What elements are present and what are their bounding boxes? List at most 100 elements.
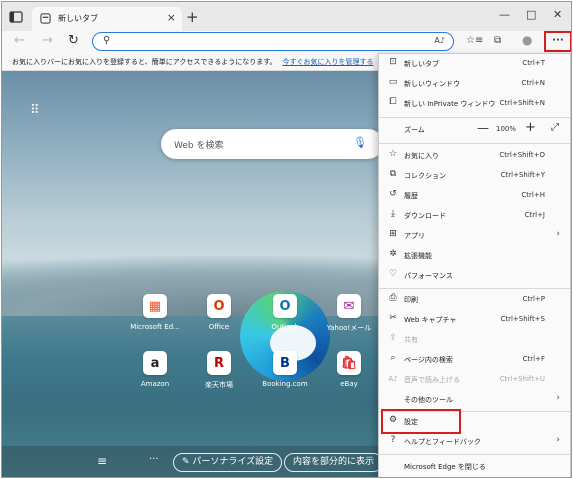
- more-options-icon[interactable]: ···: [149, 454, 159, 465]
- menu-shortcut: Ctrl+Shift+U: [499, 375, 545, 383]
- menu-item-downloads[interactable]: ⤓ ダウンロード Ctrl+J: [379, 206, 570, 226]
- menu-item-help[interactable]: ? ヘルプとフィードバック ›: [379, 432, 570, 452]
- tab-new-tab[interactable]: 新しいタブ ×: [32, 7, 182, 31]
- site-logo-icon: B: [273, 351, 297, 375]
- fullscreen-icon[interactable]: ⤢: [551, 122, 559, 133]
- show-content-button[interactable]: 内容を部分的に表示: [284, 453, 384, 472]
- history-icon: ↺: [389, 189, 397, 199]
- menu-item-web-capture[interactable]: ✂ Web キャプチャ Ctrl+Shift+S: [379, 310, 570, 330]
- site-logo-icon: R: [207, 351, 231, 375]
- web-search-box[interactable]: Web を検索 🎙: [161, 129, 383, 159]
- microphone-icon[interactable]: 🎙: [353, 136, 367, 149]
- quick-link-tile[interactable]: ▦ Microsoft Ed...: [124, 294, 186, 331]
- quick-link-tile[interactable]: B Booking.com: [254, 351, 316, 388]
- search-placeholder: Web を検索: [174, 141, 224, 151]
- quick-link-label: Yahoo!メール: [326, 324, 372, 332]
- quick-link-tile[interactable]: R 楽天市場: [188, 351, 250, 390]
- menu-item-print[interactable]: ⎙ 印刷 Ctrl+P: [379, 290, 570, 310]
- menu-item-new-inprivate[interactable]: ⧠ 新しい InPrivate ウィンドウ Ctrl+Shift+N: [379, 94, 570, 114]
- menu-divider: [379, 117, 570, 118]
- favorites-icon[interactable]: ☆≡: [466, 35, 483, 46]
- zoom-out-button[interactable]: —: [477, 121, 489, 135]
- zoom-level: 100%: [496, 125, 517, 133]
- menu-item-zoom: ズーム — 100% + ⤢: [379, 120, 570, 140]
- menu-label: お気に入り: [404, 152, 439, 160]
- search-icon: ⚲: [103, 35, 111, 46]
- printer-icon: ⎙: [389, 293, 397, 303]
- menu-shortcut: Ctrl+H: [521, 191, 545, 199]
- address-bar[interactable]: ⚲ A♪: [92, 32, 454, 51]
- menu-item-new-tab[interactable]: ⊡ 新しいタブ Ctrl+T: [379, 54, 570, 74]
- collections-icon: ⧉: [389, 169, 397, 179]
- app-launcher-icon[interactable]: ⠿: [30, 103, 41, 118]
- quick-link-tile[interactable]: O Outlook: [254, 294, 316, 331]
- menu-label: 新しいタブ: [404, 60, 439, 68]
- site-logo-icon: ▦: [143, 294, 167, 318]
- menu-item-favorites[interactable]: ☆ お気に入り Ctrl+Shift+O: [379, 146, 570, 166]
- quick-link-tile[interactable]: ✉ Yahoo!メール: [318, 294, 380, 333]
- maximize-button[interactable]: □: [526, 8, 536, 21]
- quick-link-tile[interactable]: O Office: [188, 294, 250, 331]
- personalize-button[interactable]: ✎ パーソナライズ設定: [173, 453, 283, 472]
- collections-icon[interactable]: ⧉: [494, 35, 501, 46]
- tab-actions-icon[interactable]: [8, 9, 24, 25]
- manage-favorites-link[interactable]: 今すぐお気に入りを管理する: [283, 58, 374, 66]
- menu-item-share[interactable]: ⇪ 共有: [379, 330, 570, 350]
- favorites-bar-message: お気に入りバーにお気に入りを登録すると、簡単にアクセスできるようになります。 今す…: [12, 57, 374, 67]
- site-logo-icon: O: [207, 294, 231, 318]
- menu-shortcut: Ctrl+Shift+Y: [500, 171, 545, 179]
- menu-divider: [379, 454, 570, 455]
- menu-label: 音声で読み上げる: [404, 376, 460, 384]
- menu-shortcut: Ctrl+T: [522, 59, 545, 67]
- reload-button[interactable]: ↻: [68, 33, 79, 48]
- quick-link-tile[interactable]: 🛍 eBay: [318, 351, 380, 388]
- favorites-bar-text: お気に入りバーにお気に入りを登録すると、簡単にアクセスできるようになります。: [12, 58, 277, 66]
- quick-link-tile[interactable]: a Amazon: [124, 351, 186, 388]
- menu-item-collections[interactable]: ⧉ コレクション Ctrl+Shift+Y: [379, 166, 570, 186]
- quick-link-label: Office: [208, 323, 230, 331]
- site-logo-icon: ✉: [337, 294, 361, 318]
- tab-title: 新しいタブ: [58, 14, 98, 23]
- menu-item-close-edge[interactable]: Microsoft Edge を閉じる: [379, 457, 570, 477]
- menu-label: ヘルプとフィードバック: [404, 438, 481, 446]
- forward-button[interactable]: →: [42, 33, 53, 48]
- heartbeat-icon: ♡: [388, 269, 398, 279]
- menu-item-apps[interactable]: ⊞ アプリ ›: [379, 226, 570, 246]
- site-logo-icon: 🛍: [337, 351, 361, 375]
- menu-label: ダウンロード: [404, 212, 446, 220]
- chevron-right-icon: ›: [556, 393, 560, 403]
- menu-item-read-aloud[interactable]: A♪ 音声で読み上げる Ctrl+Shift+U: [379, 370, 570, 390]
- menu-item-performance[interactable]: ♡ パフォーマンス: [379, 266, 570, 286]
- menu-item-history[interactable]: ↺ 履歴 Ctrl+H: [379, 186, 570, 206]
- address-toolbar: ← → ↻ ⚲ A♪ ☆≡ ⧉ ● ···: [2, 31, 571, 53]
- quick-link-label: Booking.com: [262, 380, 308, 388]
- back-button[interactable]: ←: [14, 33, 25, 48]
- download-icon: ⤓: [391, 209, 395, 219]
- menu-item-find[interactable]: ⌕ ページ内の検索 Ctrl+F: [379, 350, 570, 370]
- settings-and-more-button[interactable]: ···: [544, 31, 571, 52]
- close-window-button[interactable]: ✕: [553, 8, 562, 21]
- web-capture-icon: ✂: [389, 313, 397, 323]
- menu-label: 新しいウィンドウ: [404, 80, 460, 88]
- menu-label: コレクション: [404, 172, 446, 180]
- menu-label: 拡張機能: [404, 252, 432, 260]
- menu-label: 新しい InPrivate ウィンドウ: [404, 100, 496, 108]
- new-tab-button[interactable]: +: [186, 8, 199, 26]
- menu-item-more-tools[interactable]: その他のツール ›: [379, 390, 570, 410]
- feed-menu-icon[interactable]: ≡: [97, 454, 107, 468]
- menu-label: 履歴: [404, 192, 418, 200]
- settings-highlight-box: [381, 409, 461, 434]
- menu-item-new-window[interactable]: ▭ 新しいウィンドウ Ctrl+N: [379, 74, 570, 94]
- menu-item-extensions[interactable]: ✲ 拡張機能: [379, 246, 570, 266]
- menu-label: Microsoft Edge を閉じる: [404, 463, 486, 471]
- puzzle-icon: ✲: [389, 249, 397, 259]
- share-icon: ⇪: [389, 333, 397, 343]
- new-tab-icon: ⊡: [389, 57, 397, 67]
- zoom-in-button[interactable]: +: [525, 120, 536, 135]
- star-icon: ☆: [388, 149, 398, 159]
- profile-avatar-icon[interactable]: ●: [522, 33, 532, 47]
- minimize-button[interactable]: —: [499, 8, 510, 21]
- tab-close-icon[interactable]: ×: [167, 11, 176, 24]
- quick-link-label: Outlook: [271, 323, 299, 331]
- read-aloud-icon[interactable]: A♪: [434, 36, 445, 45]
